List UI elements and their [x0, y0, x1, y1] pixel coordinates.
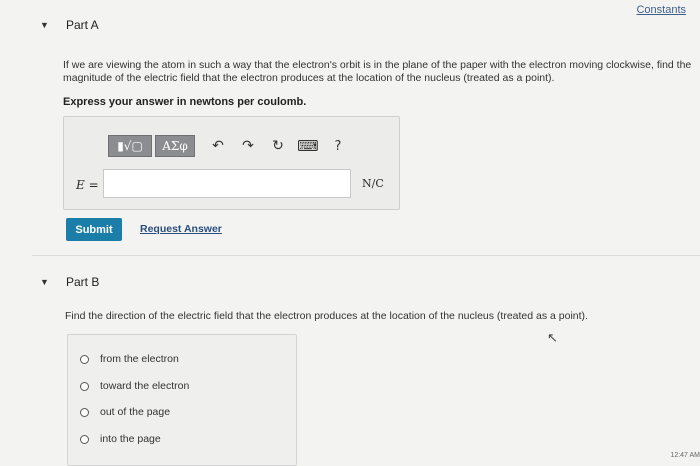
part-a-title[interactable]: Part A: [66, 18, 99, 32]
option-label: toward the electron: [100, 380, 190, 392]
keyboard-icon[interactable]: ⌨: [297, 135, 319, 157]
greek-symbols-button[interactable]: ΑΣφ: [155, 135, 195, 157]
redo-icon[interactable]: ↷: [237, 135, 259, 157]
constants-link[interactable]: Constants: [636, 4, 686, 16]
collapse-caret-icon[interactable]: ▼: [40, 20, 49, 30]
option-from-electron[interactable]: from the electron: [80, 353, 179, 365]
answer-variable-label: E =: [76, 178, 99, 192]
radio-icon[interactable]: [80, 381, 89, 391]
option-out-of-page[interactable]: out of the page: [80, 406, 170, 418]
answer-unit: N/C: [362, 177, 384, 190]
system-clock: 12:47 AM: [670, 452, 700, 459]
part-a-question: If we are viewing the atom in such a way…: [63, 59, 692, 84]
part-b-title[interactable]: Part B: [66, 275, 99, 289]
radio-icon[interactable]: [80, 354, 89, 364]
option-label: from the electron: [100, 353, 179, 365]
request-answer-link[interactable]: Request Answer: [140, 223, 222, 235]
answer-input[interactable]: [103, 169, 351, 198]
mouse-cursor-icon: ↖: [547, 330, 558, 345]
option-toward-electron[interactable]: toward the electron: [80, 380, 189, 392]
submit-button[interactable]: Submit: [66, 218, 122, 241]
undo-icon[interactable]: ↶: [207, 135, 229, 157]
help-icon[interactable]: ?: [327, 135, 349, 157]
section-divider: [32, 255, 700, 256]
part-b-question: Find the direction of the electric field…: [65, 310, 588, 322]
reset-icon[interactable]: ↻: [267, 135, 289, 157]
radio-icon[interactable]: [80, 434, 89, 444]
radio-icon[interactable]: [80, 407, 89, 417]
templates-button[interactable]: ▮√▢: [108, 135, 152, 157]
option-label: out of the page: [100, 406, 171, 418]
math-toolbar: ▮√▢ ΑΣφ ↶ ↷ ↻ ⌨ ?: [108, 134, 349, 158]
option-into-page[interactable]: into the page: [80, 433, 161, 445]
option-label: into the page: [100, 433, 161, 445]
part-a-instruction: Express your answer in newtons per coulo…: [63, 96, 307, 108]
collapse-caret-icon[interactable]: ▼: [40, 277, 49, 287]
